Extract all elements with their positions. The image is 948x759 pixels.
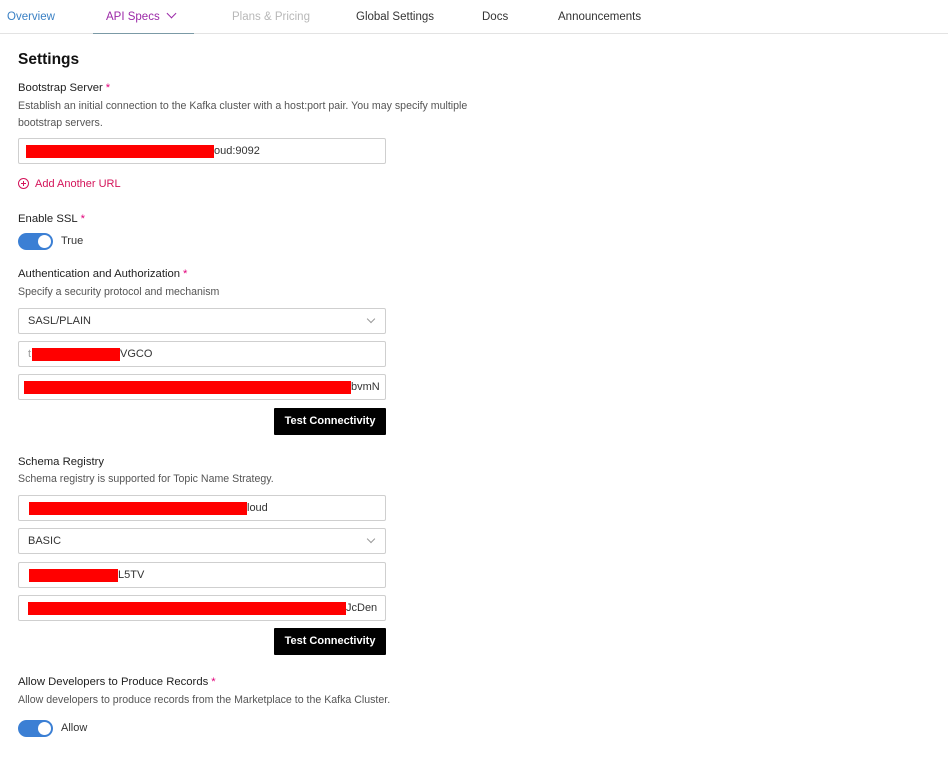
add-circle-icon <box>18 178 29 189</box>
schema-key-value: L5TV <box>118 569 145 581</box>
tab-global-settings[interactable]: Global Settings <box>356 0 434 34</box>
required-marker: * <box>211 676 216 688</box>
tab-overview[interactable]: Overview <box>7 0 55 34</box>
toggle-knob <box>38 722 51 735</box>
auth-label: Authentication and Authorization * <box>18 268 187 280</box>
schema-secret-input[interactable]: JcDen <box>18 595 386 621</box>
toggle-knob <box>38 235 51 248</box>
redaction-block <box>26 145 214 158</box>
enable-ssl-label-text: Enable SSL <box>18 213 78 225</box>
auth-label-text: Authentication and Authorization <box>18 268 181 280</box>
add-another-url-label: Add Another URL <box>35 178 121 190</box>
test-connectivity-button[interactable]: Test Connectivity <box>274 408 386 435</box>
bootstrap-server-value: oud:9092 <box>214 145 260 157</box>
enable-ssl-toggle[interactable] <box>18 233 53 250</box>
required-marker: * <box>80 213 86 225</box>
produce-records-toggle-label: Allow <box>61 722 88 734</box>
produce-records-help: Allow developers to produce records from… <box>18 694 391 706</box>
schema-auth-select[interactable]: BASIC <box>18 528 386 554</box>
produce-records-label-text: Allow Developers to Produce Records <box>18 676 209 688</box>
schema-auth-value: BASIC <box>28 535 62 547</box>
produce-records-label: Allow Developers to Produce Records * <box>18 676 216 688</box>
schema-registry-help: Schema registry is supported for Topic N… <box>18 473 274 485</box>
enable-ssl-toggle-label: True <box>61 235 84 247</box>
tab-announcements[interactable]: Announcements <box>558 0 641 34</box>
auth-password-value: bvmN <box>351 381 380 393</box>
bootstrap-server-input[interactable]: oud:9092 <box>18 138 386 164</box>
redaction-block <box>29 502 247 515</box>
redaction-block <box>28 602 346 615</box>
schema-registry-label: Schema Registry <box>18 456 105 468</box>
auth-protocol-select[interactable]: SASL/PLAIN <box>18 308 386 334</box>
redaction-block <box>29 569 118 582</box>
add-another-url-link[interactable]: Add Another URL <box>18 178 121 190</box>
redaction-block <box>32 348 120 361</box>
auth-protocol-value: SASL/PLAIN <box>28 315 91 327</box>
masked-prefix: t <box>28 348 32 360</box>
auth-username-value: VGCO <box>120 348 153 360</box>
schema-registry-url-input[interactable]: loud <box>18 495 386 521</box>
auth-help: Specify a security protocol and mechanis… <box>18 286 220 298</box>
bootstrap-server-help: Establish an initial connection to the K… <box>18 100 468 129</box>
required-marker: * <box>105 82 111 94</box>
tab-plans-pricing: Plans & Pricing <box>232 11 310 23</box>
chevron-down-icon <box>366 534 376 544</box>
enable-ssl-label: Enable SSL * <box>18 213 85 225</box>
chevron-down-icon <box>366 314 376 324</box>
auth-password-input[interactable]: bvmN <box>18 374 386 400</box>
schema-key-input[interactable]: L5TV <box>18 562 386 588</box>
page-title: Settings <box>18 51 80 68</box>
schema-secret-value: JcDen <box>346 602 378 614</box>
auth-username-input[interactable]: t VGCO <box>18 341 386 367</box>
tab-docs[interactable]: Docs <box>482 0 508 34</box>
bootstrap-server-label-text: Bootstrap Server <box>18 82 103 94</box>
tab-api-specs-label: API Specs <box>106 11 160 23</box>
produce-records-toggle[interactable] <box>18 720 53 737</box>
top-tab-bar: Overview API Specs Plans & Pricing Globa… <box>0 0 948 34</box>
required-marker: * <box>183 268 188 280</box>
tab-api-specs[interactable]: API Specs <box>93 0 194 34</box>
schema-registry-url-value: loud <box>247 502 268 514</box>
bootstrap-server-label: Bootstrap Server * <box>18 82 110 94</box>
chevron-down-icon <box>166 8 177 19</box>
redaction-block <box>24 381 351 394</box>
test-connectivity-button[interactable]: Test Connectivity <box>274 628 386 655</box>
